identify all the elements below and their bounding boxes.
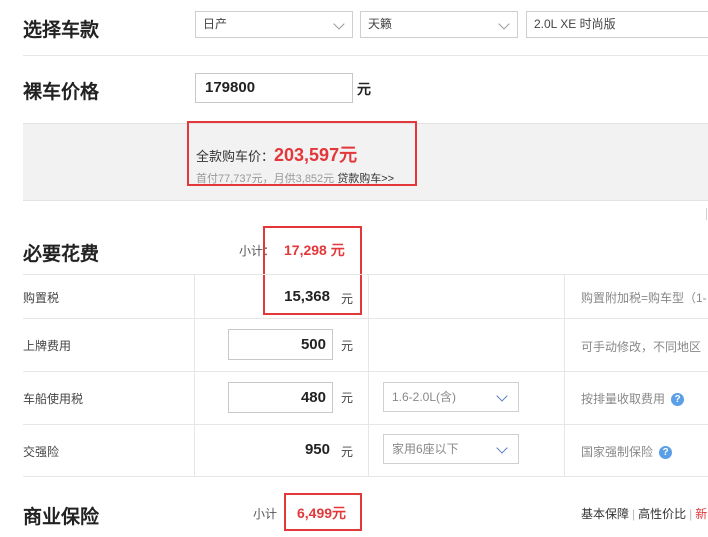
purchase-tax-label: 购置税 xyxy=(23,291,60,305)
tab-separator: | xyxy=(689,507,693,521)
vehicle-tax-value: 480 xyxy=(300,389,326,406)
compulsory-insurance-note-wrap: 国家强制保险? xyxy=(581,443,673,460)
plan-tab-basic[interactable]: 基本保障 xyxy=(581,507,629,521)
full-price-value: 203,597元 xyxy=(274,145,358,165)
displacement-select[interactable]: 1.6-2.0L(含) xyxy=(383,382,519,412)
chevron-down-icon xyxy=(498,18,510,30)
chevron-down-icon xyxy=(496,442,508,454)
bare-price-title: 裸车价格 xyxy=(23,82,100,103)
chevron-down-icon xyxy=(496,390,508,402)
bare-price-value: 179800 xyxy=(205,79,256,96)
commercial-insurance-title: 商业保险 xyxy=(23,507,100,528)
compulsory-insurance-note: 国家强制保险 xyxy=(581,445,654,459)
required-costs-title: 必要花费 xyxy=(23,244,100,265)
vehicle-tax-input[interactable]: 480 xyxy=(228,382,333,413)
vehicle-tax-note-wrap: 按排量收取费用? xyxy=(581,390,685,407)
table-line xyxy=(23,318,708,319)
trim-select-value: 2.0L XE 时尚版 xyxy=(534,17,616,31)
purchase-tax-value: 15,368 xyxy=(284,288,330,305)
compulsory-insurance-label: 交强险 xyxy=(23,445,60,459)
vehicle-tax-note: 按排量收取费用 xyxy=(581,392,666,406)
insurance-plan-tabs: 基本保障 | 高性价比 | 新 xyxy=(581,505,707,522)
model-select-value: 天籁 xyxy=(368,17,393,31)
displacement-select-value: 1.6-2.0L(含) xyxy=(392,390,457,404)
full-price-label: 全款购车价： xyxy=(196,149,275,164)
plate-fee-note: 可手动修改，不同地区 xyxy=(581,340,702,354)
full-price-line: 全款购车价：203,597元 xyxy=(196,141,357,167)
trim-select[interactable]: 2.0L XE 时尚版 xyxy=(526,11,708,38)
unit-label: 元 xyxy=(341,339,354,353)
brand-select[interactable]: 日产 xyxy=(195,11,353,38)
help-icon[interactable]: ? xyxy=(659,446,673,459)
loan-info: 首付77,737元，月供3,852元 xyxy=(196,173,335,185)
table-line xyxy=(23,371,708,372)
help-icon[interactable]: ? xyxy=(671,393,685,406)
select-car-title: 选择车款 xyxy=(23,20,100,41)
commercial-subtotal-label: 小计 xyxy=(253,507,278,521)
seat-type-select-value: 家用6座以下 xyxy=(392,442,459,456)
table-line xyxy=(23,424,708,425)
bare-price-input[interactable]: 179800 xyxy=(195,73,353,103)
loan-line: 首付77,737元，月供3,852元 贷款购车>> xyxy=(196,170,394,186)
purchase-tax-note: 购置附加税=购车型（1- xyxy=(581,291,707,305)
compulsory-insurance-value: 950 xyxy=(304,441,330,458)
unit-label: 元 xyxy=(341,292,354,306)
table-line xyxy=(368,274,369,476)
plan-tab-value[interactable]: 高性价比 xyxy=(638,507,686,521)
table-line xyxy=(23,274,708,275)
loan-link[interactable]: 贷款购车>> xyxy=(337,173,394,185)
seat-type-select[interactable]: 家用6座以下 xyxy=(383,434,519,464)
model-select[interactable]: 天籁 xyxy=(360,11,518,38)
table-line xyxy=(23,476,708,477)
brand-select-value: 日产 xyxy=(203,17,228,31)
commercial-subtotal-value: 6,499元 xyxy=(297,505,347,521)
plan-tab-new[interactable]: 新 xyxy=(695,507,707,521)
tab-separator: | xyxy=(632,507,636,521)
scroll-marker xyxy=(706,208,707,220)
unit-label: 元 xyxy=(341,391,354,405)
plate-fee-label: 上牌费用 xyxy=(23,339,72,353)
chevron-down-icon xyxy=(333,18,345,30)
vehicle-tax-label: 车船使用税 xyxy=(23,392,84,406)
unit-label: 元 xyxy=(341,445,354,459)
bare-price-unit: 元 xyxy=(357,81,371,97)
table-line xyxy=(564,274,565,476)
plate-fee-input[interactable]: 500 xyxy=(228,329,333,360)
table-line xyxy=(194,274,195,476)
plate-fee-value: 500 xyxy=(300,336,326,353)
divider xyxy=(23,55,708,56)
